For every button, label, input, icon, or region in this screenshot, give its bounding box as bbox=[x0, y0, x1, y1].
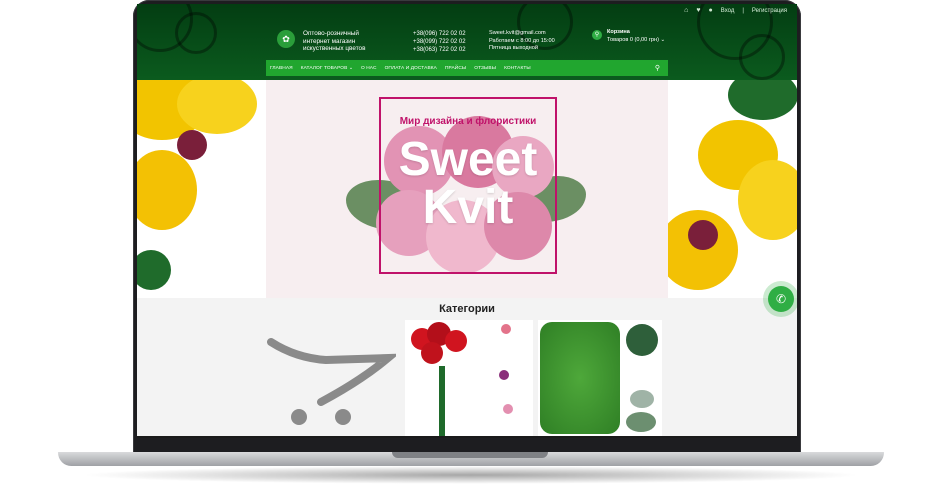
header-swirl-decoration bbox=[739, 34, 785, 80]
site-header: ⌂ ♥ ● Вход | Регистрация ✿ Оптово-рознич… bbox=[137, 4, 797, 80]
cart-summary: Товаров 0 (0,00 грн) bbox=[607, 36, 659, 43]
petal-decoration bbox=[177, 80, 257, 134]
brand-line: искуственных цветов bbox=[303, 45, 366, 53]
brand-text[interactable]: Оптово-розничный интернет магазин искуст… bbox=[303, 30, 393, 53]
banner-subtitle: Мир дизайна и флористики bbox=[399, 116, 537, 127]
nav-item-reviews[interactable]: ОТЗЫВЫ bbox=[470, 66, 500, 71]
top-bar: ⌂ ♥ ● Вход | Регистрация bbox=[684, 7, 787, 14]
hero-section: Мир дизайна и флористики Sweet Kvit bbox=[137, 80, 797, 298]
main-nav: ГЛАВНАЯ КАТАЛОГ ТОВАРОВ ⌄ О НАС ОПЛАТА И… bbox=[266, 60, 668, 76]
brand-line: Оптово-розничный bbox=[303, 30, 359, 37]
content-bottom-edge bbox=[137, 436, 797, 438]
plant-decoration bbox=[626, 324, 658, 356]
cart-widget[interactable]: Корзина Товаров 0 (0,00 грн) ⌄ bbox=[607, 29, 665, 44]
day-off: Пятница выходной bbox=[489, 45, 538, 52]
cart-icon[interactable]: ⚲ bbox=[592, 30, 602, 40]
nav-item-payment[interactable]: ОПЛАТА И ДОСТАВКА bbox=[381, 66, 441, 71]
heart-icon[interactable]: ♥ bbox=[696, 7, 700, 14]
search-icon[interactable]: ⚲ bbox=[655, 64, 660, 72]
cart-title: Корзина bbox=[607, 29, 630, 35]
rose-decoration bbox=[421, 342, 443, 364]
side-decoration-left bbox=[137, 80, 266, 298]
category-roses[interactable] bbox=[405, 320, 533, 438]
user-icon: ● bbox=[708, 7, 713, 14]
logo-icon[interactable]: ✿ bbox=[277, 30, 295, 48]
category-greenery[interactable] bbox=[538, 320, 662, 438]
header-swirl-decoration bbox=[175, 12, 217, 54]
leaf-decoration bbox=[728, 80, 797, 120]
petal-decoration bbox=[738, 160, 797, 240]
contact-info: Sweet.kvit@gmail.com Работаем с 8:00 до … bbox=[489, 30, 555, 53]
brand-line: интернет магазин bbox=[303, 37, 356, 45]
nav-item-home[interactable]: ГЛАВНАЯ bbox=[266, 66, 297, 71]
petal-decoration bbox=[137, 150, 197, 230]
email-link[interactable]: Sweet.kvit@gmail.com bbox=[489, 30, 555, 38]
leaf-decoration bbox=[137, 250, 171, 290]
banner-word-sweet: Sweet bbox=[398, 133, 538, 186]
home-icon[interactable]: ⌂ bbox=[684, 7, 688, 14]
nav-item-about[interactable]: О НАС bbox=[357, 66, 381, 71]
chevron-down-icon: ⌄ bbox=[660, 36, 666, 43]
laptop-screen: ⌂ ♥ ● Вход | Регистрация ✿ Оптово-рознич… bbox=[137, 4, 797, 438]
register-link[interactable]: Регистрация bbox=[752, 8, 787, 14]
side-decoration-right bbox=[668, 80, 797, 298]
flower-decoration bbox=[503, 404, 513, 414]
topbar-separator: | bbox=[742, 7, 744, 14]
phone-number[interactable]: +38(099) 722 02 02 bbox=[413, 38, 466, 46]
rose-decoration bbox=[445, 330, 467, 352]
hero-banner[interactable]: Мир дизайна и флористики Sweet Kvit bbox=[266, 80, 668, 298]
cart-icon bbox=[267, 338, 396, 425]
nav-item-catalog[interactable]: КАТАЛОГ ТОВАРОВ ⌄ bbox=[297, 66, 357, 71]
phone-number[interactable]: +38(096) 722 02 02 bbox=[413, 30, 466, 38]
plant-decoration bbox=[626, 412, 656, 432]
stem-decoration bbox=[439, 366, 445, 436]
login-link[interactable]: Вход bbox=[721, 8, 735, 14]
phone-number[interactable]: +38(063) 722 02 02 bbox=[413, 46, 466, 54]
phone-list: +38(096) 722 02 02 +38(099) 722 02 02 +3… bbox=[413, 30, 466, 54]
nav-item-prices[interactable]: ПРАЙСЫ bbox=[441, 66, 470, 71]
petal-decoration bbox=[177, 130, 207, 160]
laptop-shadow bbox=[80, 466, 862, 484]
hedge-decoration bbox=[540, 322, 620, 434]
categories-title: Категории bbox=[439, 303, 495, 315]
flower-decoration bbox=[499, 370, 509, 380]
nav-item-contacts[interactable]: КОНТАКТЫ bbox=[500, 66, 535, 71]
laptop-notch bbox=[392, 452, 548, 458]
petal-decoration bbox=[688, 220, 718, 250]
flower-decoration bbox=[501, 324, 511, 334]
plant-decoration bbox=[630, 390, 654, 408]
banner-word-kvit: Kvit bbox=[422, 181, 514, 234]
